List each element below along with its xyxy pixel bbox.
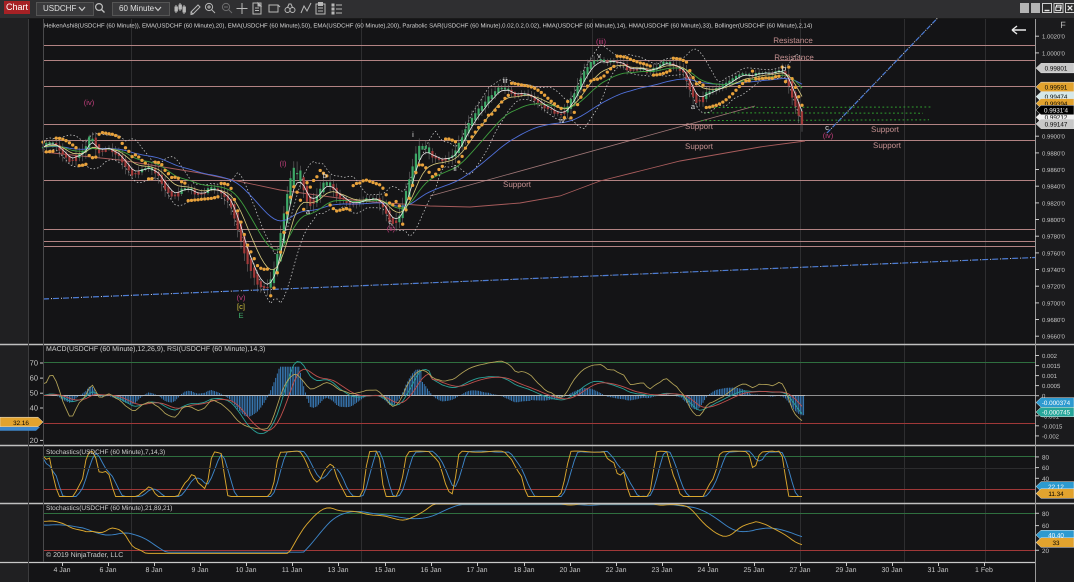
svg-text:15 Jan: 15 Jan [374, 567, 395, 574]
svg-text:0.0015: 0.0015 [1042, 363, 1061, 370]
svg-text:6 Jan: 6 Jan [99, 567, 116, 574]
svg-text:Support: Support [873, 141, 902, 150]
svg-text:0.9720'0: 0.9720'0 [1042, 284, 1065, 291]
svg-text:9 Jan: 9 Jan [191, 567, 208, 574]
svg-text:60: 60 [1042, 523, 1050, 530]
svg-text:(iv): (iv) [84, 98, 95, 107]
svg-text:13 Jan: 13 Jan [327, 567, 348, 574]
svg-text:20 Jan: 20 Jan [559, 567, 580, 574]
svg-text:11 Jan: 11 Jan [282, 567, 303, 574]
svg-text:60: 60 [30, 374, 38, 383]
svg-text:0.002: 0.002 [1042, 353, 1058, 360]
svg-text:E: E [238, 311, 243, 320]
svg-text:0.9900'0: 0.9900'0 [1042, 134, 1065, 141]
svg-text:Support: Support [503, 180, 532, 189]
svg-text:0.9840'0: 0.9840'0 [1042, 184, 1065, 191]
svg-text:iii: iii [503, 76, 508, 85]
svg-text:ii: ii [453, 164, 457, 173]
svg-text:Resistance: Resistance [774, 53, 814, 62]
svg-text:17 Jan: 17 Jan [466, 567, 487, 574]
svg-text:80: 80 [1042, 511, 1050, 518]
svg-text:31 Jan: 31 Jan [927, 567, 948, 574]
svg-text:0.9700'0: 0.9700'0 [1042, 300, 1065, 307]
svg-text:Stochastics(USDCHF (60 Minute): Stochastics(USDCHF (60 Minute),7,14,3) [46, 449, 165, 456]
svg-text:F: F [1060, 20, 1066, 30]
svg-text:0.99591: 0.99591 [1045, 84, 1068, 91]
svg-text:iv: iv [559, 116, 565, 125]
svg-text:1.0020'0: 1.0020'0 [1042, 34, 1065, 41]
svg-text:Support: Support [685, 122, 714, 131]
svg-text:b: b [323, 171, 327, 180]
svg-text:(I): (I) [279, 159, 287, 168]
svg-text:Stochastics(USDCHF (60 Minute): Stochastics(USDCHF (60 Minute),21,89,21) [46, 505, 172, 512]
svg-text:HeikenAshi8(USDCHF (60 Minute): HeikenAshi8(USDCHF (60 Minute)), EMA(USD… [44, 22, 812, 29]
svg-text:0.99147: 0.99147 [1045, 121, 1068, 128]
svg-text:0.9931'4: 0.9931'4 [1044, 107, 1068, 114]
svg-text:0.9880'0: 0.9880'0 [1042, 150, 1065, 157]
svg-text:24 Jan: 24 Jan [697, 567, 718, 574]
svg-text:32.16: 32.16 [13, 420, 29, 427]
svg-text:b: b [782, 64, 786, 73]
svg-text:25 Jan: 25 Jan [743, 567, 764, 574]
svg-text:1.0000'0: 1.0000'0 [1042, 50, 1065, 57]
svg-text:MACD(USDCHF (60 Minute),12,26,: MACD(USDCHF (60 Minute),12,26,9), RSI(US… [46, 345, 265, 353]
svg-text:22 Jan: 22 Jan [605, 567, 626, 574]
svg-text:0.9680'0: 0.9680'0 [1042, 317, 1065, 324]
svg-text:0.001: 0.001 [1042, 373, 1058, 380]
svg-text:1 Feb: 1 Feb [975, 566, 993, 574]
svg-text:[c]: [c] [237, 302, 245, 311]
svg-text:33: 33 [1052, 540, 1060, 547]
svg-text:50: 50 [30, 389, 38, 398]
svg-text:8 Jan: 8 Jan [145, 567, 162, 574]
svg-text:c: c [825, 123, 829, 132]
svg-text:23 Jan: 23 Jan [651, 567, 672, 574]
svg-text:0.99801: 0.99801 [1045, 66, 1068, 73]
svg-text:20: 20 [1042, 548, 1050, 555]
svg-text:10 Jan: 10 Jan [235, 567, 256, 574]
svg-text:70: 70 [30, 359, 38, 368]
svg-text:80: 80 [1042, 454, 1050, 461]
svg-text:0.9660'0: 0.9660'0 [1042, 334, 1065, 341]
svg-text:0.9860'0: 0.9860'0 [1042, 167, 1065, 174]
svg-text:27 Jan: 27 Jan [789, 567, 810, 574]
svg-text:© 2019 NinjaTrader, LLC: © 2019 NinjaTrader, LLC [46, 551, 123, 559]
svg-text:i: i [412, 130, 414, 139]
svg-text:-0.002: -0.002 [1042, 433, 1060, 440]
svg-text:0.9780'0: 0.9780'0 [1042, 234, 1065, 241]
svg-text:60: 60 [1042, 465, 1050, 472]
svg-text:4 Jan: 4 Jan [53, 567, 70, 574]
svg-text:0.0005: 0.0005 [1042, 383, 1061, 390]
svg-text:-0.0015: -0.0015 [1042, 423, 1063, 430]
svg-text:v: v [597, 51, 601, 60]
svg-text:-0.000374: -0.000374 [1042, 400, 1071, 407]
svg-text:11.34: 11.34 [1048, 491, 1064, 498]
svg-text:(iv): (iv) [823, 131, 834, 140]
svg-text:30 Jan: 30 Jan [881, 567, 902, 574]
svg-text:-0.000745: -0.000745 [1042, 409, 1071, 416]
svg-text:16 Jan: 16 Jan [420, 567, 441, 574]
svg-text:0.9800'0: 0.9800'0 [1042, 217, 1065, 224]
svg-text:0.9760'0: 0.9760'0 [1042, 250, 1065, 257]
svg-text:18 Jan: 18 Jan [513, 567, 534, 574]
svg-text:(v): (v) [237, 293, 246, 302]
svg-text:Support: Support [871, 125, 900, 134]
svg-text:0.9740'0: 0.9740'0 [1042, 267, 1065, 274]
svg-text:29 Jan: 29 Jan [835, 567, 856, 574]
svg-text:40: 40 [30, 404, 38, 413]
svg-text:0.9820'0: 0.9820'0 [1042, 200, 1065, 207]
svg-text:Support: Support [685, 142, 714, 151]
svg-text:(iii): (iii) [596, 37, 606, 46]
svg-text:Resistance: Resistance [773, 36, 813, 45]
svg-text:20: 20 [30, 436, 38, 445]
